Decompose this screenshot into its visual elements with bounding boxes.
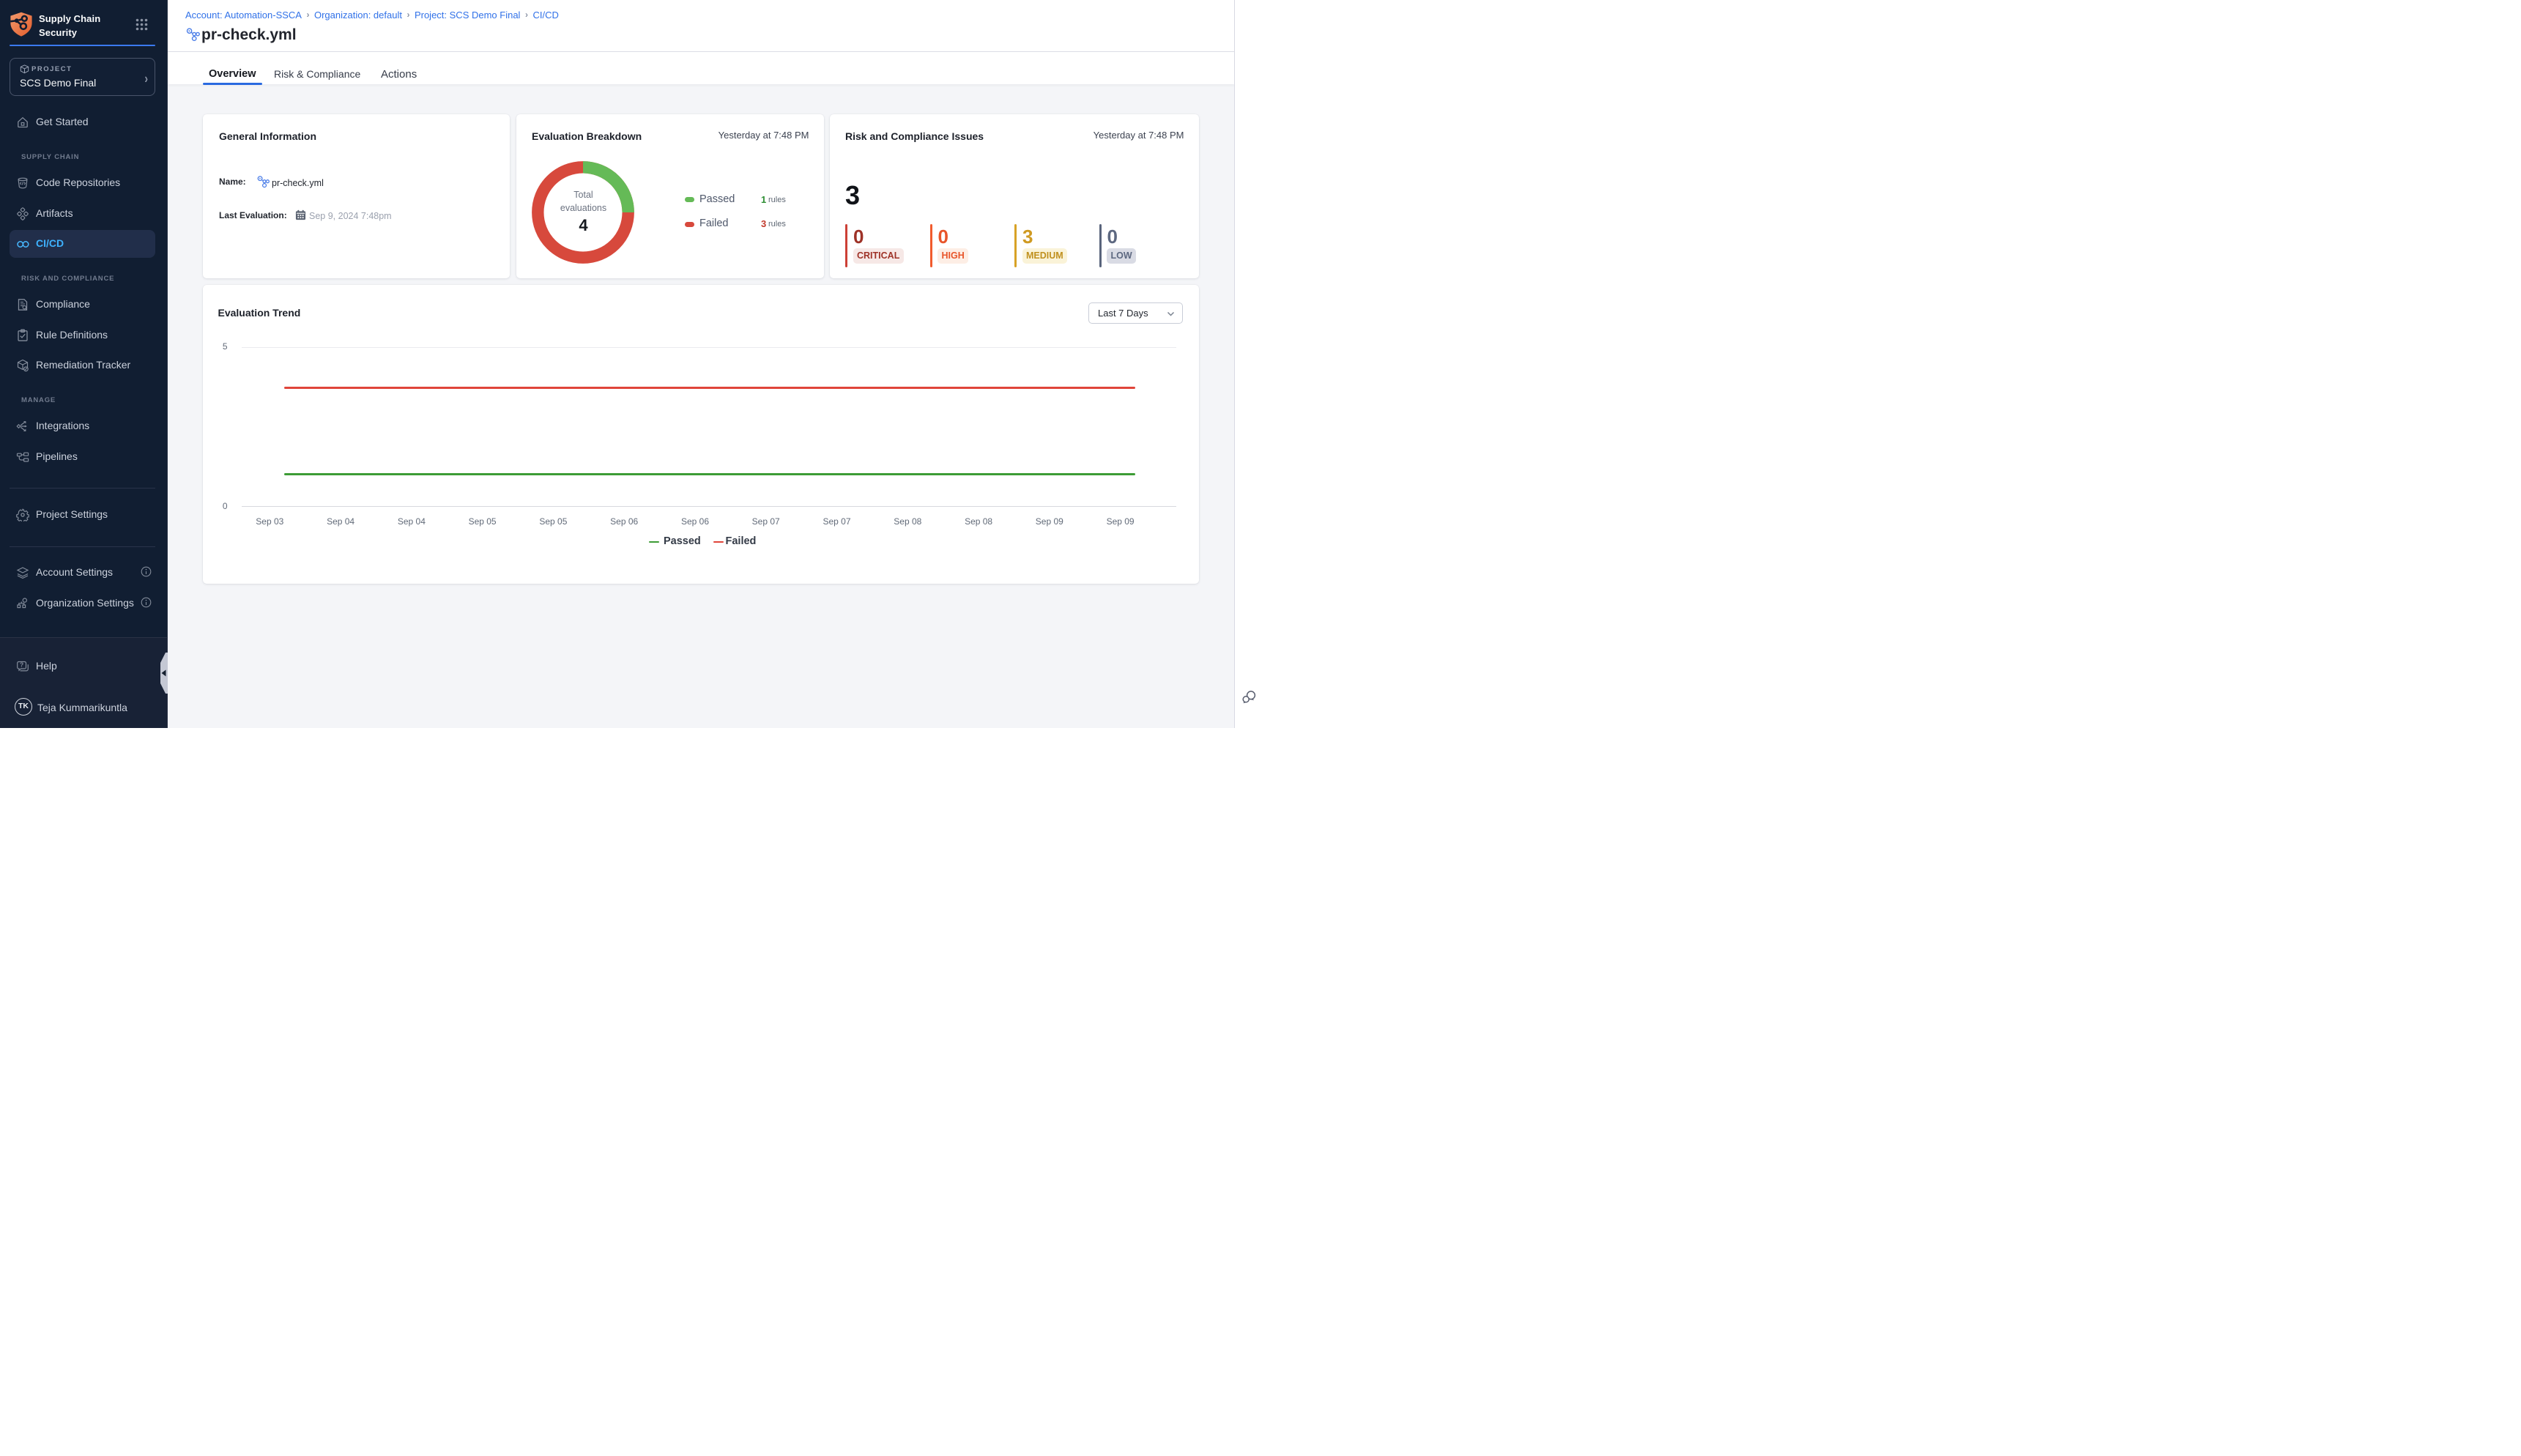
svg-text:?: ?: [20, 661, 23, 669]
